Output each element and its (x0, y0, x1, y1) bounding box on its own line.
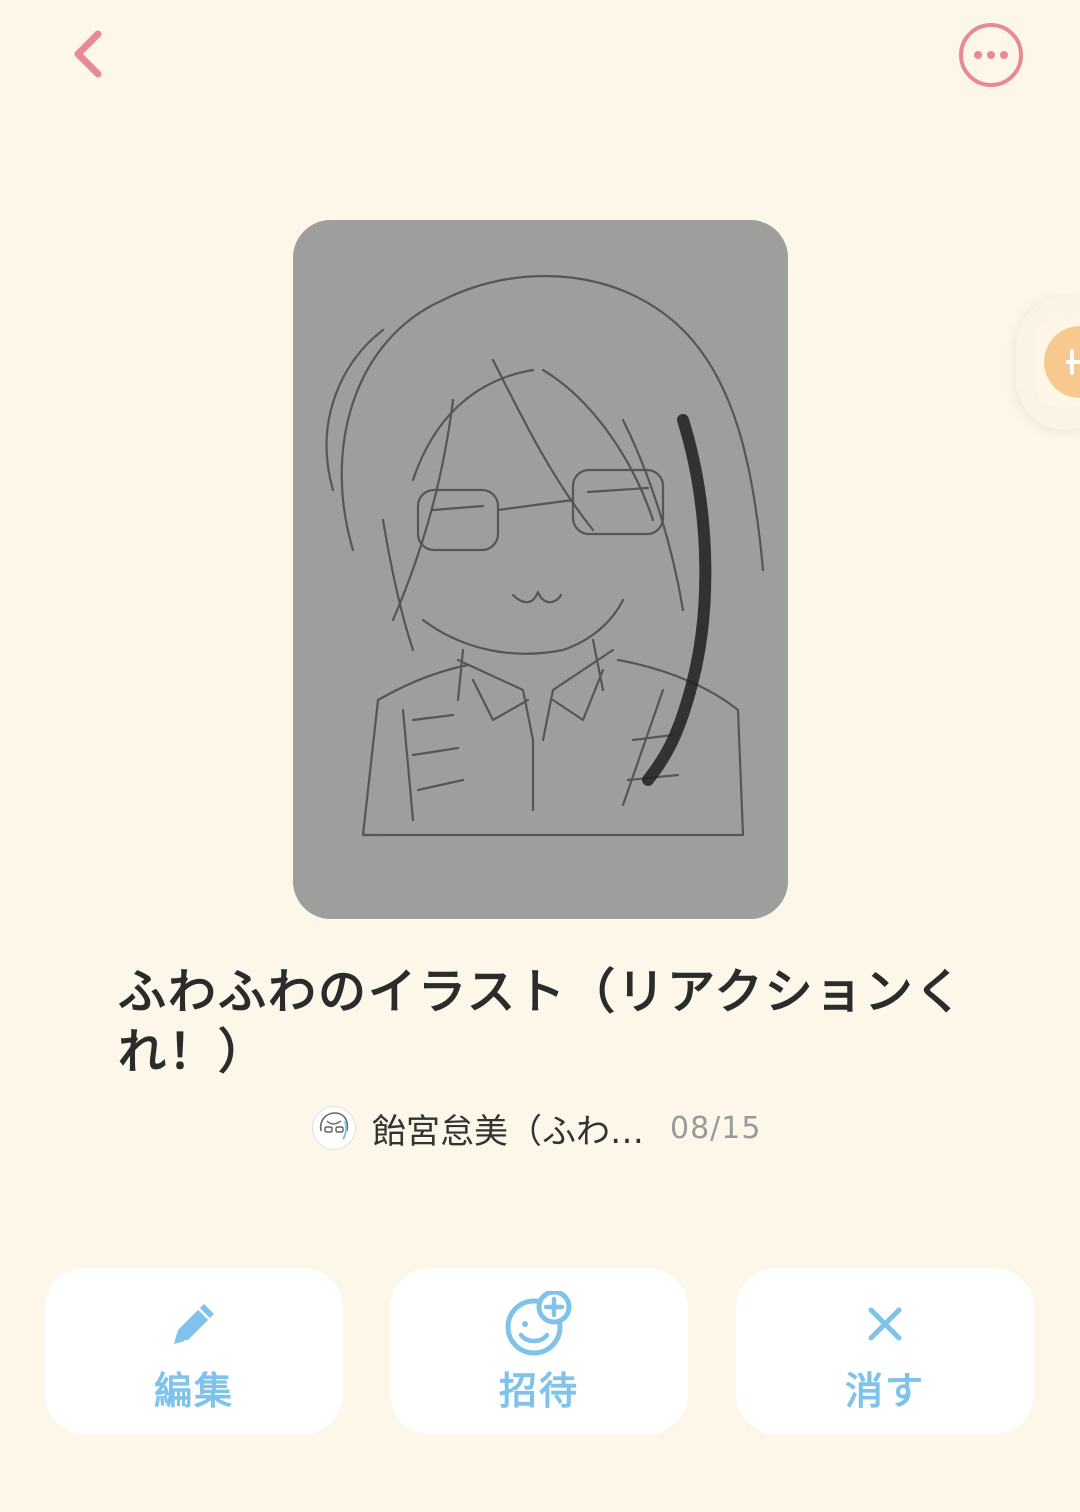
invite-button[interactable]: 招待 (390, 1268, 688, 1434)
pencil-icon (174, 1304, 214, 1344)
close-icon (868, 1307, 902, 1341)
back-button[interactable] (56, 22, 120, 86)
smile-plus-icon (505, 1291, 572, 1356)
edit-label: 編集 (153, 1369, 234, 1413)
artwork-image[interactable] (293, 220, 788, 919)
edit-button[interactable]: 編集 (45, 1268, 343, 1434)
post-date: 08/15 (670, 1110, 762, 1146)
author-name[interactable]: 飴宮怠美（ふわ… (372, 1104, 644, 1153)
avatar[interactable] (312, 1106, 356, 1150)
sketch-illustration (293, 220, 788, 919)
invite-label: 招待 (498, 1369, 579, 1413)
delete-button[interactable]: 消す (736, 1268, 1034, 1434)
more-options-icon (959, 23, 1023, 87)
author-row[interactable]: 飴宮怠美（ふわ… 08/15 (312, 1104, 761, 1152)
chevron-left-icon (74, 30, 102, 78)
post-title: ふわふわのイラスト（リアクションくれ！） (118, 964, 965, 1080)
more-options-button[interactable] (958, 22, 1024, 88)
delete-label: 消す (844, 1369, 925, 1413)
